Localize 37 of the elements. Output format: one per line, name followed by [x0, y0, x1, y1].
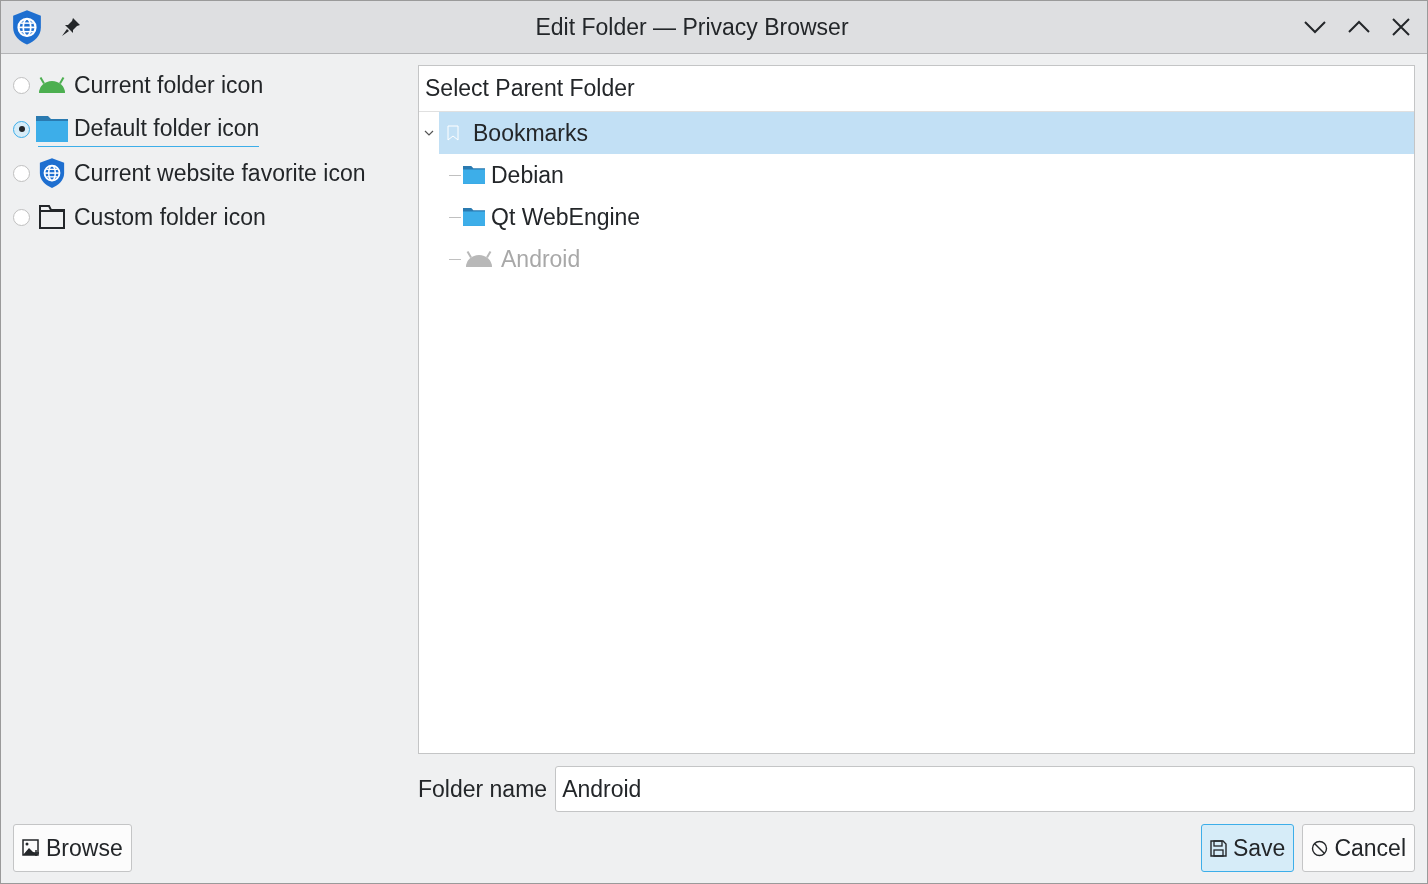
save-button[interactable]: Save — [1200, 824, 1295, 872]
option-label: Current folder icon — [74, 70, 264, 100]
folder-outline-icon — [39, 205, 65, 229]
expanded-caret-icon[interactable] — [424, 129, 434, 137]
option-label: Current website favorite icon — [74, 158, 366, 188]
window-title: Edit Folder — Privacy Browser — [535, 12, 849, 42]
icon-option[interactable]: Current folder icon — [13, 63, 418, 107]
tree-item[interactable]: Qt WebEngine — [461, 196, 1414, 238]
bookmark-icon — [447, 125, 459, 141]
android-icon — [36, 75, 68, 95]
browse-button[interactable]: Browse — [13, 824, 132, 872]
folder-icon — [463, 208, 485, 226]
folder-name-field[interactable]: Android — [555, 766, 1415, 812]
radio-button[interactable] — [13, 208, 30, 226]
icon-option[interactable]: Default folder icon — [13, 107, 418, 151]
icon-option[interactable]: Custom folder icon — [13, 195, 418, 239]
radio-button[interactable] — [13, 76, 30, 94]
minimize-icon[interactable] — [1303, 20, 1327, 34]
folder-icon — [463, 166, 485, 184]
cancel-icon — [1311, 839, 1329, 857]
tree-item[interactable]: Bookmarks — [439, 112, 1414, 154]
pin-icon[interactable] — [61, 17, 81, 37]
folder-icon — [36, 116, 68, 142]
tree-item[interactable]: Debian — [461, 154, 1414, 196]
globe-shield-icon — [38, 156, 66, 190]
option-label: Custom folder icon — [74, 202, 266, 232]
app-shield-icon — [11, 8, 43, 46]
image-add-icon — [22, 839, 40, 857]
cancel-button[interactable]: Cancel — [1302, 824, 1415, 872]
maximize-icon[interactable] — [1347, 20, 1371, 34]
icon-option[interactable]: Current website favorite icon — [13, 151, 418, 195]
android-icon — [463, 249, 495, 269]
option-label: Default folder icon — [38, 111, 260, 147]
radio-button[interactable] — [13, 164, 30, 182]
close-icon[interactable] — [1391, 17, 1411, 37]
radio-button[interactable] — [13, 120, 30, 138]
folder-name-label: Folder name — [418, 774, 548, 804]
